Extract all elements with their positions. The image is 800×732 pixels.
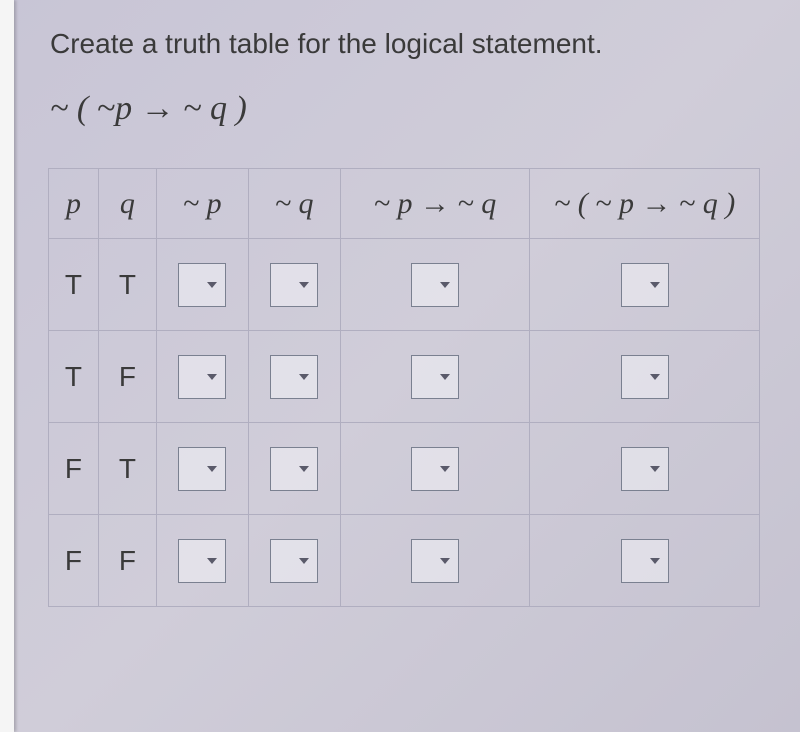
cell-p: T bbox=[65, 269, 82, 300]
chevron-down-icon bbox=[650, 282, 660, 288]
chevron-down-icon bbox=[299, 282, 309, 288]
chevron-down-icon bbox=[299, 374, 309, 380]
dropdown-implication[interactable] bbox=[411, 263, 459, 307]
header-implication: ~ p → ~ q bbox=[340, 169, 530, 239]
dropdown-implication[interactable] bbox=[411, 355, 459, 399]
dropdown-not-p[interactable] bbox=[178, 355, 226, 399]
chevron-down-icon bbox=[207, 558, 217, 564]
chevron-down-icon bbox=[440, 466, 450, 472]
chevron-down-icon bbox=[440, 374, 450, 380]
cell-q: F bbox=[119, 545, 136, 576]
table-row: F F bbox=[49, 515, 760, 607]
dropdown-not-p[interactable] bbox=[178, 447, 226, 491]
cell-p: T bbox=[65, 361, 82, 392]
header-p: p bbox=[49, 169, 99, 239]
dropdown-negation[interactable] bbox=[621, 447, 669, 491]
chevron-down-icon bbox=[650, 558, 660, 564]
chevron-down-icon bbox=[650, 466, 660, 472]
dropdown-negation[interactable] bbox=[621, 263, 669, 307]
header-negation: ~ ( ~ p → ~ q ) bbox=[530, 169, 760, 239]
dropdown-negation[interactable] bbox=[621, 355, 669, 399]
header-q: q bbox=[98, 169, 156, 239]
chevron-down-icon bbox=[207, 374, 217, 380]
dropdown-not-q[interactable] bbox=[270, 355, 318, 399]
cell-p: F bbox=[65, 453, 82, 484]
cell-p: F bbox=[65, 545, 82, 576]
dropdown-not-p[interactable] bbox=[178, 263, 226, 307]
instruction-text: Create a truth table for the logical sta… bbox=[50, 28, 760, 60]
chevron-down-icon bbox=[299, 466, 309, 472]
table-row: F T bbox=[49, 423, 760, 515]
dropdown-implication[interactable] bbox=[411, 539, 459, 583]
dropdown-implication[interactable] bbox=[411, 447, 459, 491]
formula-display: ~ ( ~p → ~ q ) bbox=[50, 90, 760, 128]
chevron-down-icon bbox=[650, 374, 660, 380]
chevron-down-icon bbox=[207, 466, 217, 472]
dropdown-not-q[interactable] bbox=[270, 447, 318, 491]
cell-q: T bbox=[119, 453, 136, 484]
chevron-down-icon bbox=[440, 282, 450, 288]
table-row: T F bbox=[49, 331, 760, 423]
cell-q: F bbox=[119, 361, 136, 392]
dropdown-not-q[interactable] bbox=[270, 539, 318, 583]
truth-table: p q ~ p ~ q ~ p → ~ q ~ ( ~ p → ~ q ) T … bbox=[48, 168, 760, 607]
chevron-down-icon bbox=[207, 282, 217, 288]
chevron-down-icon bbox=[299, 558, 309, 564]
dropdown-negation[interactable] bbox=[621, 539, 669, 583]
truth-table-container: p q ~ p ~ q ~ p → ~ q ~ ( ~ p → ~ q ) T … bbox=[48, 168, 760, 607]
table-row: T T bbox=[49, 239, 760, 331]
dropdown-not-q[interactable] bbox=[270, 263, 318, 307]
header-not-q: ~ q bbox=[248, 169, 340, 239]
cell-q: T bbox=[119, 269, 136, 300]
header-not-p: ~ p bbox=[156, 169, 248, 239]
chevron-down-icon bbox=[440, 558, 450, 564]
dropdown-not-p[interactable] bbox=[178, 539, 226, 583]
